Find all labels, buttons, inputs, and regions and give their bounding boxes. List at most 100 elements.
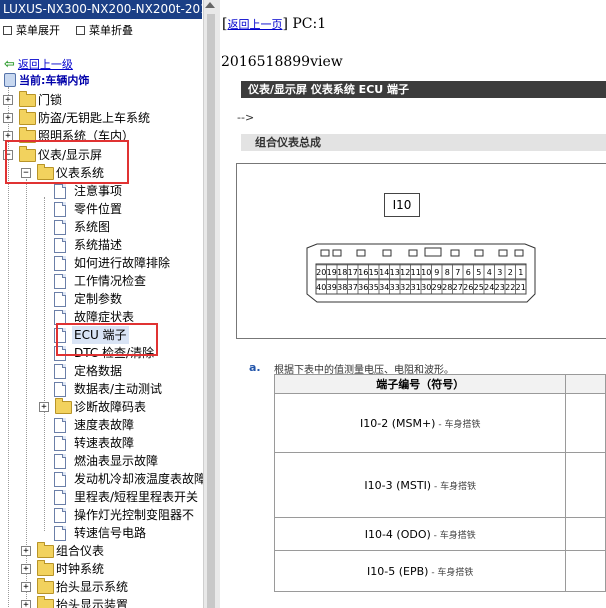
connector-diagram: 20 19 18 17 16 15 14 13 12 11 10 9 8 7 6 5 4 3 2 1 40 39 38 37… [236,163,606,339]
tree-label: 系统描述 [74,238,123,252]
arrow-text: --> [237,111,255,124]
expand-plus-icon[interactable]: + [21,600,31,608]
expand-plus-icon[interactable]: + [21,564,31,574]
pin-number: 5 [476,268,481,277]
expand-plus-icon[interactable]: + [3,113,13,123]
back-arrow-icon: ⇦ [4,57,15,72]
tree-label: 零件位置 [74,202,123,216]
tree-label: 如何进行故障排除 [74,256,171,270]
expand-plus-icon[interactable]: + [39,402,49,412]
pin-number: 11 [411,268,421,277]
connector-latch [408,249,418,257]
document-icon [54,202,66,217]
terminal-desc: - 车身搭铁 [431,481,477,492]
pin-number: 29 [432,283,442,292]
connector-latch [450,249,460,257]
pin-number: 14 [379,268,389,277]
table-row: I10-2 (MSM+) - 车身搭铁 [273,393,606,453]
tree-label: 速度表故障 [74,418,135,432]
scrollbar-thumb[interactable] [207,14,215,608]
pin-number: 3 [497,268,502,277]
page-nav-row: [返回上一页] PC:1 [222,16,327,32]
tree-label: 操作灯光控制变阻器不 [74,508,195,522]
table-cell: I10-5 (EPB) - 车身搭铁 [273,550,567,592]
pin-number: 7 [455,268,460,277]
pin-number: 10 [421,268,431,277]
tree-label: 里程表/短程里程表开关 [74,490,199,504]
expand-plus-icon[interactable]: + [3,95,13,105]
document-icon [54,436,66,451]
back-link[interactable]: 返回上一级 [18,58,73,71]
tree-label: 抬头显示系统 [56,580,129,594]
pin-number: 40 [316,283,326,292]
menu-collapse-button[interactable]: 菜单折叠 [76,23,133,39]
pin-number: 30 [421,283,431,292]
terminal-code: I10-3 (MSTI) [364,478,432,492]
pin-number: 8 [445,268,450,277]
document-icon [54,256,66,271]
pin-number: 39 [327,283,337,292]
connector-latch [356,249,366,257]
pin-number: 33 [390,283,400,292]
content-pane: [返回上一页] PC:1 2016518899view 仪表/显示屏 仪表系统 … [220,0,606,608]
terminal-desc: - 车身搭铁 [430,530,476,541]
connector-latch [382,249,392,257]
pin-number: 21 [516,283,526,292]
pin-number: 34 [379,283,389,292]
table-cell [565,517,606,551]
note-marker: a. [249,361,261,374]
tree-connector [44,197,45,531]
document-icon [54,418,66,433]
table-header-terminal: 端子编号（符号） [273,374,567,394]
table-row: I10-4 (ODO) - 车身搭铁 [273,517,606,551]
window-title: LUXUS-NX300-NX200-NX200t-2016 [0,0,202,19]
tree-label: 燃油表显示故障 [74,454,159,468]
table-cell [565,452,606,518]
folder-icon [19,91,36,107]
folder-icon [19,109,36,125]
tree-label: 工作情况检查 [74,274,147,288]
menu-collapse-label: 菜单折叠 [89,24,133,37]
pin-number: 26 [463,283,473,292]
expand-plus-icon[interactable]: + [21,582,31,592]
pin-row-bottom: 40 39 38 37 36 35 34 33 32 31 30 29 28 27 26 25 24 23 22 21 [315,279,527,295]
pin-number: 23 [495,283,505,292]
tree-label: 注意事项 [74,184,123,198]
document-icon [54,274,66,289]
pin-number: 22 [505,283,515,292]
connector-latch [514,249,524,257]
pin-number: 15 [369,268,379,277]
tree-label: 抬头显示装置 [56,598,129,608]
connector-latch [332,249,342,257]
pin-number: 31 [411,283,421,292]
expand-plus-icon[interactable]: + [21,546,31,556]
tree-label: 定格数据 [74,364,123,378]
document-icon [54,526,66,541]
document-icon [54,292,66,307]
document-icon [54,382,66,397]
document-icon [54,490,66,505]
folder-icon [37,596,54,608]
scroll-up-arrow-icon[interactable] [205,2,215,8]
connector-latch [320,249,330,257]
highlight-box-ecu-terminals [56,323,158,356]
folder-icon [37,542,54,558]
current-location: 当前:车辆内饰 [4,73,89,88]
table-cell [565,393,606,453]
view-id: 2016518899view [221,54,343,70]
back-link-row: ⇦ 返回上一级 [4,57,73,72]
section-title: 组合仪表总成 [241,134,606,151]
folder-icon [55,398,72,414]
pin-number: 28 [442,283,452,292]
tree-label: 定制参数 [74,292,123,306]
document-icon [54,508,66,523]
pin-number: 35 [369,283,379,292]
collapse-icon [76,25,85,35]
back-page-link[interactable]: 返回上一页 [227,18,282,31]
connector-drawing: 20 19 18 17 16 15 14 13 12 11 10 9 8 7 6 5 4 3 2 1 40 39 38 37… [306,243,536,303]
pin-number: 27 [453,283,463,292]
tree-label: 系统图 [74,220,111,234]
menu-expand-button[interactable]: 菜单展开 [3,23,60,39]
connector-label: I10 [384,193,420,217]
highlight-box-instrument-display [5,140,129,184]
